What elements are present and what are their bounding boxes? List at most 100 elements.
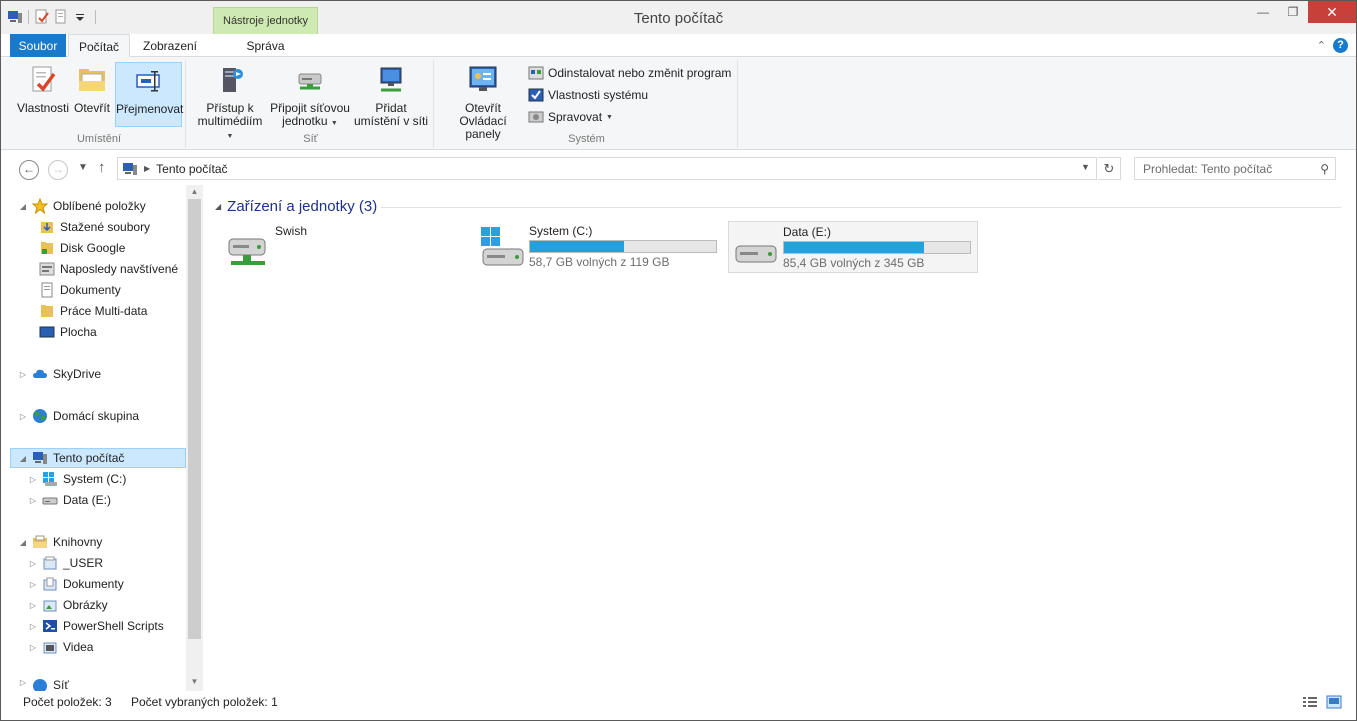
- tab-manage[interactable]: Správa: [213, 34, 318, 57]
- navigation-pane[interactable]: ◢ Oblíbené položky Stažené soubory Disk …: [1, 185, 203, 691]
- expand-icon[interactable]: ▷: [29, 622, 37, 631]
- tree-item-pictures-lib[interactable]: ▷ Obrázky: [29, 595, 108, 615]
- manage-button[interactable]: Spravovat ▼: [528, 107, 613, 127]
- details-view-icon[interactable]: [1302, 695, 1318, 709]
- expand-icon[interactable]: ▷: [29, 580, 37, 589]
- collapse-icon[interactable]: ◢: [215, 202, 221, 211]
- expand-icon[interactable]: ▷: [19, 370, 27, 379]
- uninstall-program-button[interactable]: Odinstalovat nebo změnit program: [528, 63, 731, 83]
- properties-icon: [32, 66, 56, 92]
- powershell-icon: [43, 620, 57, 632]
- refresh-icon: ↻: [1103, 161, 1115, 176]
- close-button[interactable]: ✕: [1308, 1, 1356, 23]
- chevron-up-icon[interactable]: ⌃: [1317, 39, 1326, 52]
- expand-icon[interactable]: ▷: [19, 678, 27, 687]
- tree-label: Disk Google: [60, 241, 126, 255]
- properties-button[interactable]: Vlastnosti: [15, 62, 71, 126]
- status-bar: Počet položek: 3 Počet vybraných položek…: [1, 691, 1356, 720]
- collapse-icon[interactable]: ◢: [19, 538, 27, 547]
- network-icon: [33, 679, 47, 691]
- collapse-icon[interactable]: ◢: [19, 454, 27, 463]
- tree-item-documents[interactable]: Dokumenty: [39, 280, 121, 300]
- map-network-drive-button[interactable]: Připojit síťovou jednotku ▼: [268, 62, 352, 128]
- tree-item-desktop[interactable]: Plocha: [39, 322, 97, 342]
- rename-button[interactable]: Přejmenovat: [115, 62, 183, 127]
- tree-libraries[interactable]: ◢ Knihovny: [19, 532, 102, 552]
- open-button[interactable]: Otevřít: [71, 62, 113, 126]
- windows-drive-icon: [481, 227, 524, 266]
- tree-label: Síť: [53, 678, 69, 691]
- star-icon: [32, 198, 48, 214]
- expand-icon[interactable]: ▷: [19, 412, 27, 421]
- uninstall-label: Odinstalovat nebo změnit program: [548, 66, 732, 80]
- drive-tile-data-e[interactable]: Data (E:) 85,4 GB volných z 345 GB: [728, 221, 978, 273]
- tree-item-videos-lib[interactable]: ▷ Videa: [29, 637, 94, 657]
- tree-skydrive[interactable]: ▷ SkyDrive: [19, 364, 101, 384]
- nav-scrollbar[interactable]: ▲ ▼: [186, 185, 203, 691]
- address-bar[interactable]: ▶ Tento počítač: [117, 157, 1097, 180]
- tab-file[interactable]: Soubor: [10, 34, 66, 57]
- tree-item-recent[interactable]: Naposledy navštívené: [39, 259, 178, 279]
- tree-this-pc[interactable]: ◢ Tento počítač: [10, 448, 186, 468]
- tree-item-user-lib[interactable]: ▷ _USER: [29, 553, 103, 573]
- address-path[interactable]: Tento počítač: [156, 162, 227, 176]
- address-dropdown-icon[interactable]: ▼: [1081, 162, 1090, 172]
- expand-icon[interactable]: ▷: [29, 643, 37, 652]
- tree-item-system-c[interactable]: ▷ System (C:): [29, 469, 126, 489]
- tree-item-downloads[interactable]: Stažené soubory: [39, 217, 150, 237]
- system-properties-button[interactable]: Vlastnosti systému: [528, 85, 648, 105]
- ribbon-panel: Vlastnosti Otevřít Přejmenovat Umístění …: [1, 57, 1356, 150]
- minimize-button[interactable]: —: [1248, 1, 1278, 23]
- libraries-icon: [33, 535, 47, 548]
- back-button[interactable]: ←: [19, 160, 39, 180]
- content-pane[interactable]: ◢ Zařízení a jednotky (3) Swish System (…: [203, 185, 1356, 691]
- group-divider: [381, 207, 1341, 208]
- scroll-thumb[interactable]: [188, 199, 201, 639]
- breadcrumb-chevron-icon[interactable]: ▶: [144, 164, 150, 173]
- group-label-network: Síť: [303, 133, 318, 145]
- computer-icon: [123, 162, 137, 175]
- large-icons-view-icon[interactable]: [1326, 695, 1342, 709]
- collapse-icon[interactable]: ◢: [19, 202, 27, 211]
- expand-icon[interactable]: ▷: [29, 559, 37, 568]
- programs-icon: [528, 66, 544, 80]
- scroll-down-icon[interactable]: ▼: [186, 675, 203, 689]
- up-button-arrow-icon[interactable]: ↑: [98, 159, 106, 176]
- expand-icon[interactable]: ▷: [29, 601, 37, 610]
- tree-item-google-drive[interactable]: Disk Google: [39, 238, 125, 258]
- network-drive-icon: [228, 238, 266, 265]
- group-header[interactable]: ◢ Zařízení a jednotky (3): [215, 198, 377, 215]
- minimize-icon: —: [1257, 5, 1269, 19]
- media-access-button[interactable]: Přístup k multimédiím ▼: [194, 62, 266, 140]
- title-bar[interactable]: Nástroje jednotky Tento počítač — ❐ ✕: [1, 1, 1356, 34]
- refresh-button[interactable]: ↻: [1098, 157, 1121, 180]
- search-icon[interactable]: ⚲: [1320, 162, 1329, 176]
- maximize-button[interactable]: ❐: [1278, 1, 1308, 23]
- address-row: ← → ▼ ↑ ▶ Tento počítač ▼ ↻ Prohledat: T…: [1, 151, 1356, 185]
- expand-icon[interactable]: ▷: [29, 496, 37, 505]
- control-panel-button[interactable]: Otevřít Ovládací panely: [440, 62, 526, 141]
- drive-tile-swish[interactable]: Swish: [221, 221, 461, 273]
- tree-item-powershell-lib[interactable]: ▷ PowerShell Scripts: [29, 616, 164, 636]
- add-network-location-button[interactable]: Přidat umístění v síti: [352, 62, 430, 128]
- documents-icon: [41, 282, 53, 298]
- recent-locations-dropdown-icon[interactable]: ▼: [78, 162, 88, 173]
- ribbon-group-system: Otevřít Ovládací panely Odinstalovat neb…: [436, 60, 738, 148]
- search-placeholder: Prohledat: Tento počítač: [1143, 162, 1273, 176]
- tree-item-documents-lib[interactable]: ▷ Dokumenty: [29, 574, 124, 594]
- tree-network[interactable]: ▷ Síť: [19, 678, 69, 691]
- expand-icon[interactable]: ▷: [29, 475, 37, 484]
- tab-view[interactable]: Zobrazení: [132, 34, 208, 57]
- drive-tile-system-c[interactable]: System (C:) 58,7 GB volných z 119 GB: [475, 221, 723, 273]
- tree-label: PowerShell Scripts: [63, 619, 164, 633]
- restore-icon: ❐: [1287, 5, 1299, 19]
- tree-item-prace[interactable]: Práce Multi-data: [39, 301, 147, 321]
- scroll-up-icon[interactable]: ▲: [186, 185, 203, 199]
- tree-item-data-e[interactable]: ▷ Data (E:): [29, 490, 111, 510]
- forward-button[interactable]: →: [48, 160, 68, 180]
- tree-homegroup[interactable]: ▷ Domácí skupina: [19, 406, 139, 426]
- help-icon[interactable]: ?: [1333, 38, 1348, 53]
- search-input[interactable]: Prohledat: Tento počítač ⚲: [1134, 157, 1336, 180]
- tab-computer[interactable]: Počítač: [68, 34, 130, 57]
- tree-favorites[interactable]: ◢ Oblíbené položky: [19, 196, 146, 216]
